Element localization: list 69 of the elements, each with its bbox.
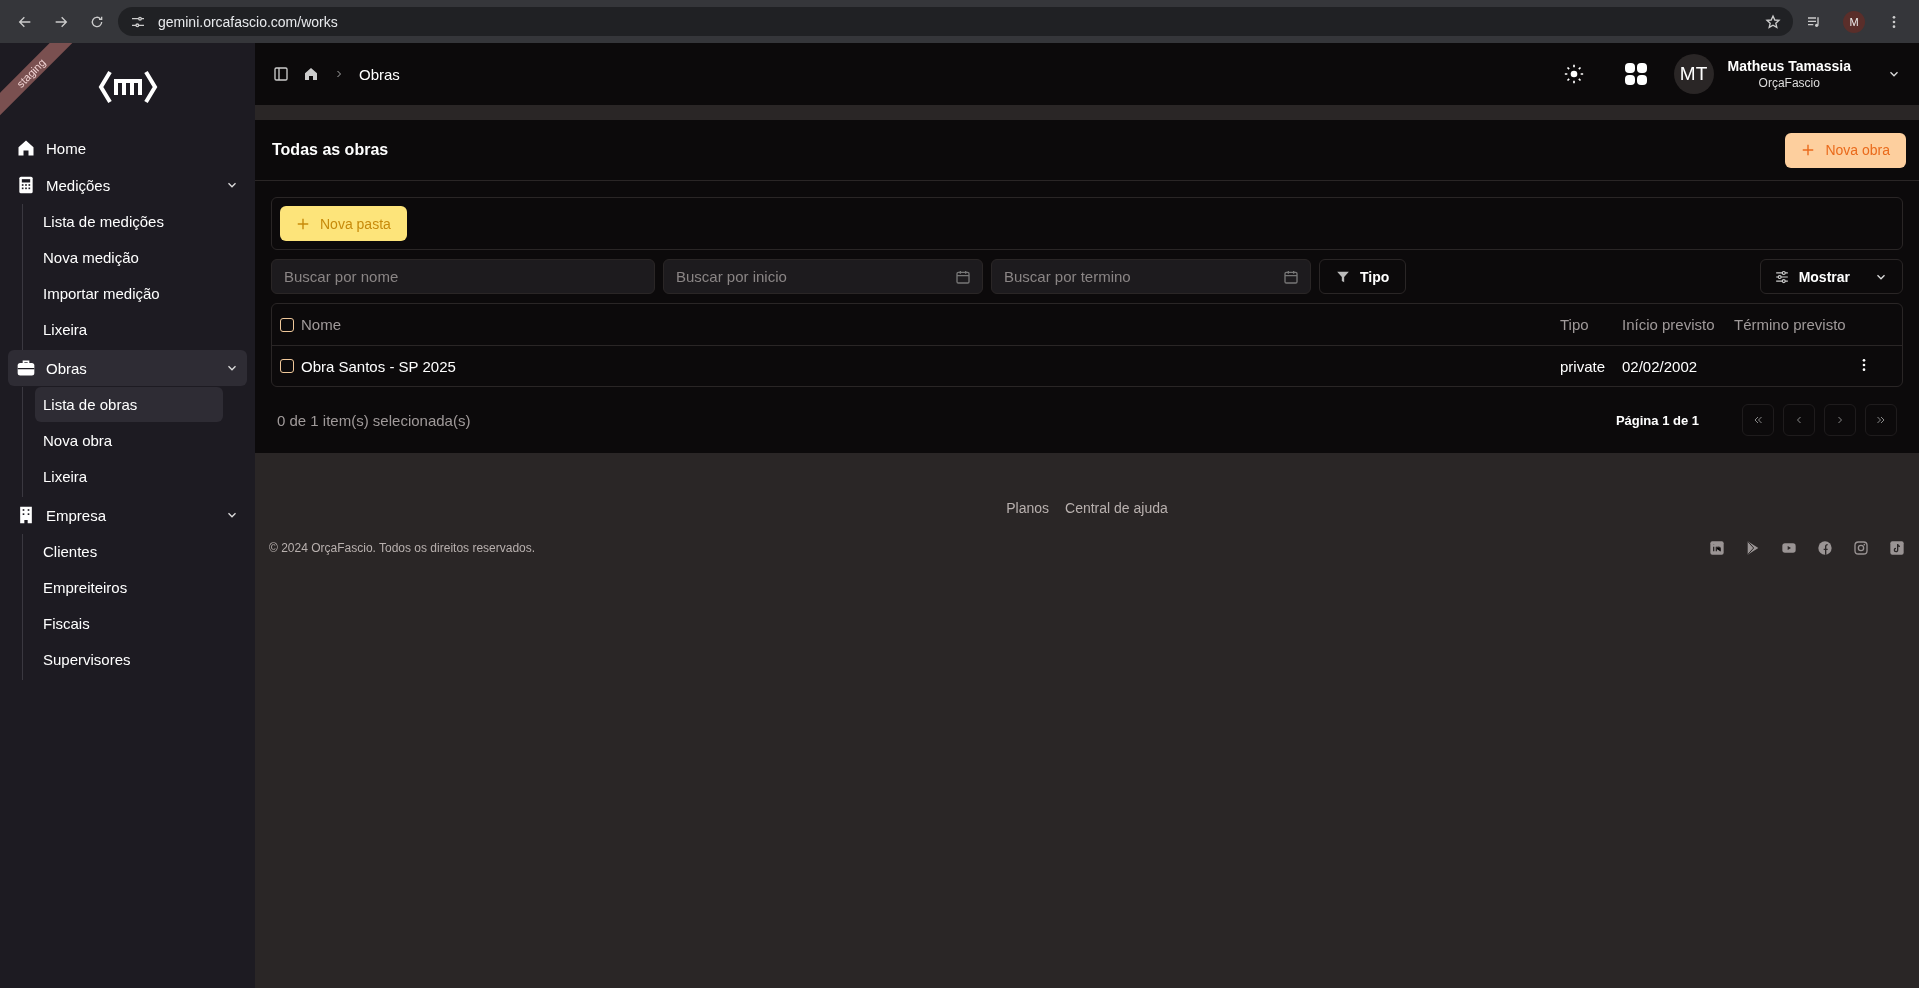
first-page-icon xyxy=(1752,414,1764,426)
tiktok-icon xyxy=(1889,540,1905,556)
profile-avatar[interactable]: M xyxy=(1843,10,1865,33)
youtube-icon xyxy=(1781,540,1797,556)
table-cell: Obra Santos - SP 2025 xyxy=(301,357,456,375)
name-search-field[interactable]: Buscar por nome xyxy=(271,259,655,294)
calendar-icon xyxy=(955,269,971,285)
copyright-text: © 2024 OrçaFascio. Todos os direitos reservados. xyxy=(269,541,536,555)
linkedin-icon xyxy=(1709,540,1725,556)
sidebar-item[interactable]: Home xyxy=(8,130,247,166)
theme-toggle-icon xyxy=(1563,64,1584,84)
user-avatar[interactable]: MT xyxy=(1673,54,1714,94)
last-page-icon xyxy=(1875,414,1887,426)
breadcrumb-link[interactable]: Obras xyxy=(359,65,400,83)
footer-link[interactable]: Planos xyxy=(1006,500,1050,516)
sidebar-subitem[interactable]: Lista de obras xyxy=(35,387,223,422)
table-cell-text: 02/02/2002 xyxy=(1622,357,1699,375)
sidebar-toggle-icon xyxy=(273,66,289,82)
instagram-icon xyxy=(1853,540,1869,556)
end-date-field[interactable]: Buscar por termino xyxy=(991,259,1311,294)
briefcase-icon xyxy=(16,358,36,378)
selection-count: 0 de 1 item(s) selecionada(s) xyxy=(277,411,472,429)
calendar-icon xyxy=(1283,269,1299,285)
column-header[interactable]: Tipo xyxy=(1560,316,1622,333)
sidebar-item[interactable]: Obras xyxy=(8,350,247,386)
sliders-icon xyxy=(1774,269,1789,284)
type-filter-button[interactable]: Tipo xyxy=(1319,259,1407,294)
page-title: Todas as obras xyxy=(272,141,389,159)
funnel-icon xyxy=(1336,269,1350,284)
sidebar-subitem[interactable]: Importar medição xyxy=(35,276,223,311)
start-date-field[interactable]: Buscar por inicio xyxy=(663,259,983,294)
play-store-icon xyxy=(1745,540,1761,556)
footer-link[interactable]: Central de ajuda xyxy=(1065,500,1168,516)
address-bar[interactable]: gemini.orcafascio.com/works xyxy=(118,7,1793,36)
brand-logo xyxy=(97,68,158,105)
sidebar-subitem[interactable]: Empreiteiros xyxy=(35,570,223,605)
previous-page-button[interactable] xyxy=(1783,404,1815,436)
calculator-icon xyxy=(16,175,36,195)
first-page-button[interactable] xyxy=(1742,404,1774,436)
next-page-button[interactable] xyxy=(1824,404,1856,436)
show-columns-button[interactable]: Mostrar xyxy=(1759,259,1903,294)
sidebar-item[interactable]: Empresa xyxy=(8,497,247,533)
sidebar-subitem[interactable]: Lixeira xyxy=(35,312,223,347)
page-indicator: Página 1 de 1 xyxy=(1615,412,1699,428)
sidebar-subitem[interactable]: Supervisores xyxy=(35,642,223,677)
sidebar-subitem[interactable]: Clientes xyxy=(35,534,223,569)
column-header[interactable]: Término previsto xyxy=(1734,316,1856,333)
checkbox[interactable] xyxy=(280,317,294,332)
bookmark-star-icon xyxy=(1765,13,1781,30)
url-text: gemini.orcafascio.com/works xyxy=(158,13,338,30)
apps-grid-icon xyxy=(1623,62,1648,86)
last-page-button[interactable] xyxy=(1865,404,1897,436)
facebook-icon xyxy=(1817,540,1833,556)
sidebar-subitem[interactable]: Nova obra xyxy=(35,423,223,458)
user-name: Matheus Tamassia xyxy=(1727,58,1851,74)
sidebar-item[interactable]: Medições xyxy=(8,167,247,203)
home-icon xyxy=(16,138,36,158)
checkbox[interactable] xyxy=(280,359,294,373)
sidebar-subitem[interactable]: Fiscais xyxy=(35,606,223,641)
plus-icon xyxy=(1801,143,1816,157)
column-header[interactable]: Início previsto xyxy=(1622,316,1734,333)
table-cell-text: private xyxy=(1560,357,1607,375)
plus-icon xyxy=(296,216,310,231)
column-header[interactable]: Nome xyxy=(301,316,341,333)
sidebar-subitem[interactable]: Lixeira xyxy=(35,459,223,494)
user-organization: OrçaFascio xyxy=(1758,76,1820,90)
home-icon xyxy=(303,66,319,82)
sidebar-subitem[interactable]: Lista de medições xyxy=(35,204,223,239)
sidebar-subitem[interactable]: Nova medição xyxy=(35,240,223,275)
